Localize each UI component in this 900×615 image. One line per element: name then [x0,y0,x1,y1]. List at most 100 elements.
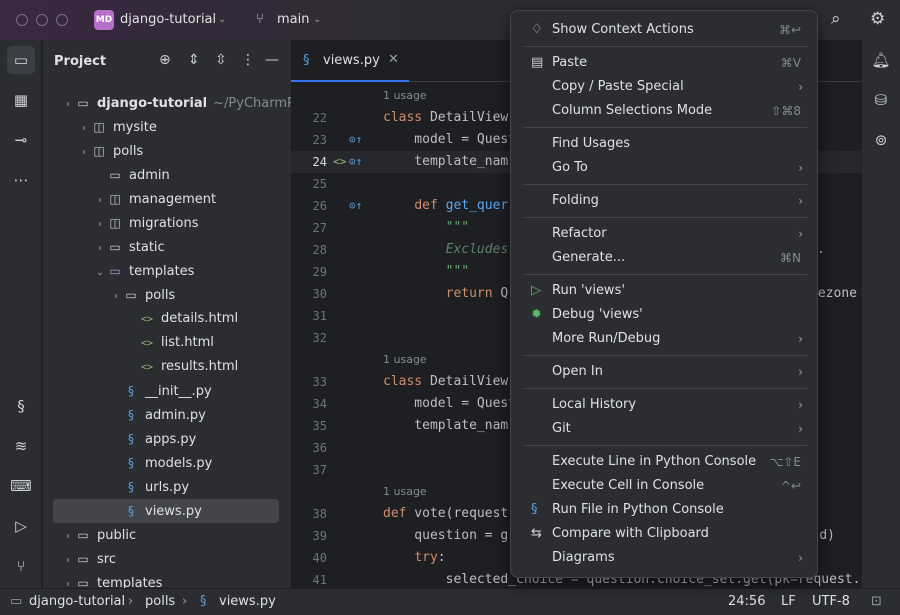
tree-item[interactable]: § apps.py [53,427,279,451]
menu-item-generate[interactable]: Generate... ⌘N [519,246,809,270]
tree-item[interactable]: ›▭ django-tutorial ~/PyCharmProj [53,91,291,117]
chevron-icon[interactable]: › [109,285,123,309]
lock-icon[interactable]: ⊡ [871,594,882,609]
menu-item-open-in[interactable]: Open In › [519,360,809,384]
tree-item[interactable]: § urls.py [53,475,279,499]
tree-item[interactable]: › ▭ polls [53,283,279,307]
more-icon[interactable]: ⋯ [7,166,35,194]
line-number[interactable]: 23 [291,129,327,151]
line-number[interactable]: 36 [291,437,327,459]
line-number[interactable]: 24 [291,151,327,173]
chevron-icon[interactable]: › [93,189,107,213]
search-icon[interactable]: ⌕ [831,9,841,29]
minimize-icon[interactable]: — [265,52,279,68]
line-number[interactable]: 39 [291,525,327,547]
menu-item-column-selections-mode[interactable]: Column Selections Mode ⇧⌘8 [519,99,809,123]
menu-item-paste[interactable]: ▤ Paste ⌘V [519,51,809,75]
menu-item-show-context-actions[interactable]: ♢ Show Context Actions ⌘↩ [519,18,809,42]
menu-item-go-to[interactable]: Go To › [519,156,809,180]
menu-item-more-run-debug[interactable]: More Run/Debug › [519,327,809,351]
usage-hint[interactable]: 1 usage [383,349,427,371]
minimize-window-button[interactable] [36,14,48,26]
tree-item[interactable]: › ▭ templates [53,571,279,588]
line-number[interactable]: 33 [291,371,327,393]
chevron-down-icon[interactable]: ⌄ [313,14,321,25]
tree-item[interactable]: › ▭ src [53,547,279,571]
tab-views-py[interactable]: § views.py ✕ [291,40,409,82]
tree-item[interactable]: <> results.html [53,355,279,379]
override-marker-icon[interactable]: ⊙↑ [349,129,362,151]
menu-item-find-usages[interactable]: Find Usages [519,132,809,156]
tree-item[interactable]: <> list.html [53,331,279,355]
tree-item[interactable]: › ▭ public [53,523,279,547]
breadcrumb-file[interactable]: views.py [219,594,276,609]
file-encoding[interactable]: UTF-8 [812,594,850,609]
menu-item-folding[interactable]: Folding › [519,189,809,213]
tree-item[interactable]: ⌄ ▭ templates [53,259,279,283]
line-number[interactable]: 22 [291,107,327,129]
tree-item[interactable]: › ◫ polls [53,139,279,163]
collapse-icon[interactable]: ⇳ [215,52,227,68]
line-number[interactable]: 38 [291,503,327,525]
chevron-icon[interactable]: › [93,213,107,237]
close-window-button[interactable] [16,14,28,26]
target-icon[interactable]: ⊕ [159,52,171,68]
line-number[interactable]: 28 [291,239,327,261]
target-icon[interactable]: ⊚ [867,126,895,154]
usage-hint[interactable]: 1 usage [383,85,427,107]
menu-item-copy-paste-special[interactable]: Copy / Paste Special › [519,75,809,99]
tree-item[interactable]: ▭ admin [53,163,279,187]
template-marker-icon[interactable]: <> [333,151,346,173]
structure-icon[interactable]: ▦ [7,86,35,114]
breadcrumb-folder[interactable]: polls [145,594,175,609]
chevron-icon[interactable]: › [93,237,107,261]
line-number[interactable]: 40 [291,547,327,569]
line-number[interactable]: 26 [291,195,327,217]
chevron-down-icon[interactable]: ⌄ [218,14,226,25]
line-number[interactable]: 25 [291,173,327,195]
tree-item[interactable]: › ◫ migrations [53,211,279,235]
menu-item-git[interactable]: Git › [519,417,809,441]
line-number[interactable]: 37 [291,459,327,481]
menu-item-diagrams[interactable]: Diagrams › [519,546,809,570]
branch-name[interactable]: main [277,12,309,27]
menu-item-run-views[interactable]: ▷ Run 'views' [519,279,809,303]
more-icon[interactable]: ⋮ [241,52,255,68]
tree-item[interactable]: § __init__.py [53,379,279,403]
project-name[interactable]: django-tutorial [120,12,216,27]
line-number[interactable]: 30 [291,283,327,305]
chevron-icon[interactable]: › [77,141,91,165]
menu-item-run-file-in-python-console[interactable]: § Run File in Python Console [519,498,809,522]
line-number[interactable]: 34 [291,393,327,415]
usage-hint[interactable]: 1 usage [383,481,427,503]
tree-item[interactable]: › ▭ static [53,235,279,259]
menu-item-debug-views[interactable]: ✹ Debug 'views' [519,303,809,327]
breadcrumb-project[interactable]: django-tutorial [29,594,125,609]
chevron-icon[interactable]: › [77,117,91,141]
close-icon[interactable]: ✕ [388,52,399,67]
git-icon[interactable]: ⑂ [7,552,35,580]
folder-icon[interactable]: ▭ [7,46,35,74]
zoom-window-button[interactable] [56,14,68,26]
chevron-icon[interactable]: ⌄ [93,261,107,285]
line-number[interactable]: 31 [291,305,327,327]
chevron-icon[interactable]: › [61,549,75,573]
gear-icon[interactable]: ⚙ [870,9,885,29]
chevron-icon[interactable]: › [61,93,75,117]
run-icon[interactable]: ▷ [7,512,35,540]
line-ending[interactable]: LF [781,594,796,609]
terminal-icon[interactable]: ⌨ [7,472,35,500]
menu-item-refactor[interactable]: Refactor › [519,222,809,246]
chevron-icon[interactable]: › [61,525,75,549]
caret-position[interactable]: 24:56 [728,594,765,609]
tree-item[interactable]: › ◫ management [53,187,279,211]
layers-icon[interactable]: ≋ [7,432,35,460]
menu-item-execute-line-in-python-console[interactable]: Execute Line in Python Console ⌥⇧E [519,450,809,474]
override-marker-icon[interactable]: ⊙↑ [349,195,362,217]
line-number[interactable]: 32 [291,327,327,349]
python-icon[interactable]: § [7,392,35,420]
commit-icon[interactable]: ⊸ [7,126,35,154]
line-number[interactable]: 27 [291,217,327,239]
database-icon[interactable]: ⛁ [867,86,895,114]
tree-item[interactable]: <> details.html [53,307,279,331]
